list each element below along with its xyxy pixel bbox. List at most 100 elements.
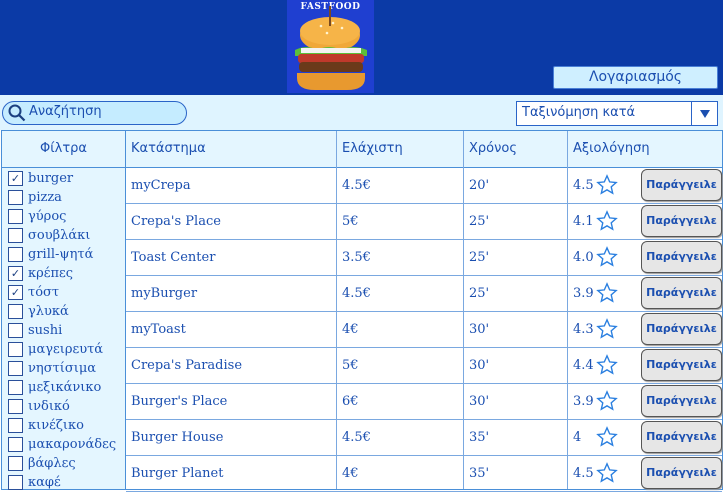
- filter-item[interactable]: σουβλάκι: [8, 226, 90, 245]
- filter-label: καφέ: [28, 475, 61, 490]
- filter-label: κινέζικο: [28, 418, 84, 433]
- filter-item[interactable]: ινδικό: [8, 397, 70, 416]
- star-icon[interactable]: [596, 246, 618, 268]
- store-name: myToast: [131, 322, 186, 337]
- filter-item[interactable]: γλυκά: [8, 302, 69, 321]
- star-icon[interactable]: [596, 174, 618, 196]
- order-button[interactable]: Παράγγειλε: [641, 313, 722, 345]
- rating-value: 4.1: [573, 214, 594, 229]
- filter-item[interactable]: νηστίσιμα: [8, 359, 96, 378]
- order-button[interactable]: Παράγγειλε: [641, 349, 722, 381]
- order-button[interactable]: Παράγγειλε: [641, 169, 722, 201]
- table-row[interactable]: Toast Center 3.5€ 25' 4.0 Παράγγειλε: [126, 240, 722, 276]
- filter-item[interactable]: καφέ: [8, 473, 61, 492]
- table-row[interactable]: Burger Planet 4€ 35' 4.5 Παράγγειλε: [126, 456, 722, 492]
- header-time: Χρόνος: [469, 141, 517, 156]
- dropdown-arrow-icon[interactable]: [691, 102, 717, 125]
- filter-item[interactable]: γύρος: [8, 207, 66, 226]
- filter-item[interactable]: μακαρονάδες: [8, 435, 116, 454]
- rating-value: 4.5: [573, 178, 594, 193]
- account-button[interactable]: Λογαριασμός: [553, 66, 718, 89]
- filter-item[interactable]: ✓ τόστ: [8, 283, 59, 302]
- checkbox[interactable]: [8, 323, 23, 338]
- checkbox[interactable]: [8, 361, 23, 376]
- filter-item[interactable]: μεξικάνικο: [8, 378, 101, 397]
- filter-label: burger: [28, 171, 74, 186]
- checkbox[interactable]: [8, 437, 23, 452]
- delivery-time: 30': [469, 394, 490, 409]
- delivery-time: 20': [469, 178, 490, 193]
- filter-item[interactable]: sushi: [8, 321, 62, 340]
- filter-label: grill-ψητά: [28, 247, 94, 262]
- minimum-order: 5€: [342, 214, 359, 229]
- checkbox[interactable]: [8, 418, 23, 433]
- table-row[interactable]: myCrepa 4.5€ 20' 4.5 Παράγγειλε: [126, 168, 722, 204]
- minimum-order: 4.5€: [342, 430, 371, 445]
- star-icon[interactable]: [596, 462, 618, 484]
- filter-item[interactable]: κινέζικο: [8, 416, 84, 435]
- star-icon[interactable]: [596, 354, 618, 376]
- checked-checkbox[interactable]: ✓: [8, 285, 23, 300]
- filter-item[interactable]: pizza: [8, 188, 62, 207]
- sort-dropdown[interactable]: Ταξινόμηση κατά: [516, 101, 718, 126]
- minimum-order: 4€: [342, 466, 359, 481]
- table-row[interactable]: Burger House 4.5€ 35' 4 Παράγγειλε: [126, 420, 722, 456]
- filter-label: γλυκά: [28, 304, 69, 319]
- filter-label: σουβλάκι: [28, 228, 91, 243]
- star-icon[interactable]: [596, 426, 618, 448]
- checkbox[interactable]: [8, 342, 23, 357]
- restaurants-table: Κατάστημα Ελάχιστη Χρόνος Αξιολόγηση myC…: [125, 130, 723, 492]
- table-row[interactable]: Burger's Place 6€ 30' 3.9 Παράγγειλε: [126, 384, 722, 420]
- filter-label: μακαρονάδες: [28, 437, 117, 452]
- rating-value: 4: [573, 430, 582, 445]
- order-button[interactable]: Παράγγειλε: [641, 457, 722, 489]
- store-name: Burger House: [131, 430, 224, 445]
- delivery-time: 35': [469, 466, 490, 481]
- filters-title: Φίλτρα: [2, 131, 125, 168]
- store-name: myBurger: [131, 286, 198, 301]
- checkbox[interactable]: [8, 380, 23, 395]
- search-input[interactable]: Αναζήτηση: [2, 101, 187, 125]
- minimum-order: 4.5€: [342, 178, 371, 193]
- delivery-time: 30': [469, 322, 490, 337]
- checkbox[interactable]: [8, 228, 23, 243]
- app-header: FASTFOOD Λογαριασμός: [0, 0, 723, 95]
- checked-checkbox[interactable]: ✓: [8, 171, 23, 186]
- rating-value: 4.3: [573, 322, 594, 337]
- checkbox[interactable]: [8, 190, 23, 205]
- delivery-time: 25': [469, 286, 490, 301]
- checked-checkbox[interactable]: ✓: [8, 266, 23, 281]
- filter-item[interactable]: ✓ burger: [8, 169, 73, 188]
- table-row[interactable]: Crepa's Paradise 5€ 30' 4.4 Παράγγειλε: [126, 348, 722, 384]
- star-icon[interactable]: [596, 390, 618, 412]
- order-button[interactable]: Παράγγειλε: [641, 241, 722, 273]
- filter-item[interactable]: βάφλες: [8, 454, 76, 473]
- rating-value: 3.9: [573, 394, 594, 409]
- order-button[interactable]: Παράγγειλε: [641, 421, 722, 453]
- minimum-order: 3.5€: [342, 250, 371, 265]
- table-row[interactable]: myToast 4€ 30' 4.3 Παράγγειλε: [126, 312, 722, 348]
- order-button[interactable]: Παράγγειλε: [641, 385, 722, 417]
- minimum-order: 6€: [342, 394, 359, 409]
- filter-item[interactable]: grill-ψητά: [8, 245, 93, 264]
- checkbox[interactable]: [8, 399, 23, 414]
- header-store: Κατάστημα: [131, 141, 206, 156]
- checkbox[interactable]: [8, 456, 23, 471]
- star-icon[interactable]: [596, 210, 618, 232]
- filter-label: κρέπες: [28, 266, 74, 281]
- table-row[interactable]: myBurger 4.5€ 25' 3.9 Παράγγειλε: [126, 276, 722, 312]
- filter-item[interactable]: μαγειρευτά: [8, 340, 103, 359]
- order-button[interactable]: Παράγγειλε: [641, 205, 722, 237]
- filter-item[interactable]: ✓ κρέπες: [8, 264, 73, 283]
- star-icon[interactable]: [596, 282, 618, 304]
- checkbox[interactable]: [8, 247, 23, 262]
- table-row[interactable]: Crepa's Place 5€ 25' 4.1 Παράγγειλε: [126, 204, 722, 240]
- checkbox[interactable]: [8, 475, 23, 490]
- order-button[interactable]: Παράγγειλε: [641, 277, 722, 309]
- filters-panel: Φίλτρα ✓ burger pizza γύρος σουβλάκι grill-ψη…: [1, 130, 126, 490]
- minimum-order: 4.5€: [342, 286, 371, 301]
- star-icon[interactable]: [596, 318, 618, 340]
- checkbox[interactable]: [8, 209, 23, 224]
- checkbox[interactable]: [8, 304, 23, 319]
- store-name: myCrepa: [131, 178, 191, 193]
